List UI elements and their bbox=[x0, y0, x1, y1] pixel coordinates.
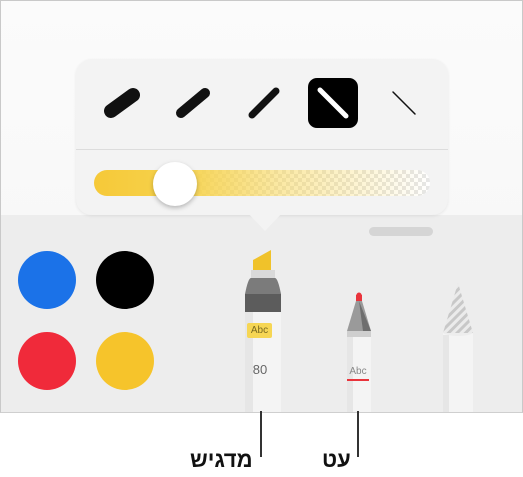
marker-callout-line bbox=[260, 411, 262, 457]
color-swatch-black[interactable] bbox=[96, 251, 154, 309]
tray-grabber-handle[interactable] bbox=[369, 227, 433, 236]
pen-sample-underline bbox=[347, 379, 369, 381]
stroke-width-medium[interactable] bbox=[242, 81, 286, 125]
pencil-tool[interactable] bbox=[439, 281, 477, 412]
marker-callout-label: מדגיש bbox=[190, 447, 253, 472]
pen-icon bbox=[347, 292, 371, 412]
pen-sample-text: Abc bbox=[349, 366, 367, 377]
pencil-icon bbox=[443, 283, 473, 412]
drawing-tools-panel: Abc 80 Abc bbox=[0, 0, 523, 413]
color-swatch-red[interactable] bbox=[18, 332, 76, 390]
marker-sample-text: Abc bbox=[247, 323, 272, 338]
color-swatch-yellow[interactable] bbox=[96, 332, 154, 390]
popover-pointer bbox=[246, 211, 284, 231]
color-swatch-blue[interactable] bbox=[18, 251, 76, 309]
stroke-options-popover bbox=[76, 59, 448, 215]
stroke-width-thin-selected[interactable] bbox=[308, 78, 358, 128]
stroke-width-extra-thick[interactable] bbox=[101, 81, 145, 125]
opacity-slider-thumb[interactable] bbox=[153, 162, 197, 206]
opacity-slider-track[interactable] bbox=[94, 170, 430, 196]
marker-size-label: 80 bbox=[252, 362, 268, 377]
pen-tool[interactable] bbox=[341, 287, 377, 412]
pen-callout-label: עט bbox=[322, 447, 351, 472]
popover-divider bbox=[76, 149, 448, 150]
stroke-width-thick[interactable] bbox=[171, 81, 215, 125]
stroke-width-extra-thin[interactable] bbox=[381, 81, 425, 125]
pen-callout-line bbox=[357, 411, 359, 457]
